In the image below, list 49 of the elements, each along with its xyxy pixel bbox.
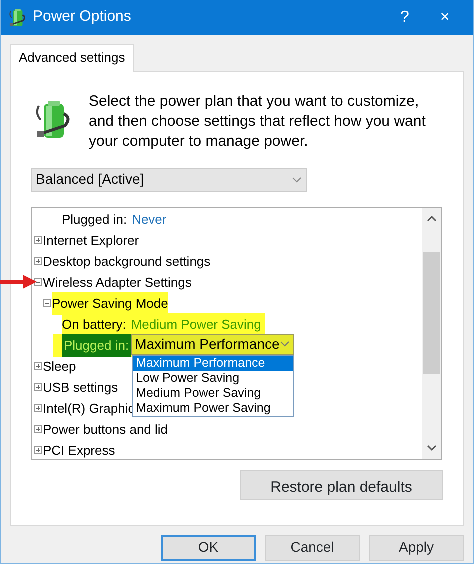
expand-icon[interactable] [34,236,42,244]
value-dropdown[interactable]: Maximum Performance [131,334,294,354]
setting-row[interactable]: On battery: Medium Power Saving [62,312,266,336]
setting-value: Medium Power Saving [131,316,262,332]
battery-icon [35,100,73,140]
plan-dropdown[interactable]: Balanced [Active] [31,168,307,192]
tree-item[interactable]: Power Saving Mode [52,292,168,314]
chevron-down-icon [280,341,290,347]
scroll-down-icon[interactable] [426,444,436,452]
description-text: Select the power plan that you want to customize, and then choose settings that reflect how you want your computer to manage power. [89,92,427,152]
tree-item[interactable]: Desktop background settings [43,250,211,272]
tree-item[interactable]: Intel(R) Graphic [43,396,135,420]
dialog-button[interactable]: Cancel [265,534,360,560]
expand-icon[interactable] [34,383,42,391]
expand-icon[interactable] [34,446,42,454]
setting-value: Never [132,212,167,226]
setting-label: On battery: [62,316,126,332]
tab[interactable]: Advanced settings [10,44,134,72]
setting-label: Plugged in: [62,334,132,356]
tree-item[interactable]: Sleep [43,354,76,378]
tree-item[interactable]: PCI Express [43,438,116,458]
dropdown-option[interactable]: Low Power Saving [133,370,294,386]
dropdown-option[interactable]: Maximum Performance [133,356,294,370]
dialog-button[interactable]: OK [161,534,256,560]
close-button[interactable]: × [425,6,465,30]
tree-item[interactable]: Wireless Adapter Settings [43,270,192,294]
scrollbar-thumb[interactable] [423,252,440,374]
tree-item[interactable]: Internet Explorer [43,228,140,252]
collapse-icon[interactable] [34,278,42,286]
restore-defaults-button[interactable]: Restore plan defaults [240,470,443,500]
expand-icon[interactable] [34,257,42,265]
expand-icon[interactable] [34,425,42,433]
expand-icon[interactable] [34,404,42,412]
expand-icon[interactable] [34,362,42,370]
scroll-up-icon[interactable] [426,214,436,222]
tree-item[interactable]: USB settings [43,376,118,398]
window-title: Power Options [33,7,132,28]
plan-value: Balanced [Active] [36,170,144,189]
collapse-icon[interactable] [43,299,51,307]
chevron-down-icon [292,176,302,182]
power-icon [9,8,27,28]
help-button[interactable]: ? [385,6,425,30]
dropdown-value: Maximum Performance [135,334,280,354]
dropdown-option[interactable]: Maximum Power Saving [133,400,294,416]
tree-item[interactable]: Power buttons and lid [43,418,168,440]
setting-label: Plugged in: [62,212,128,226]
setting-row[interactable]: Plugged in: Never [62,208,171,230]
dropdown-option[interactable]: Medium Power Saving [133,386,294,400]
dialog-button[interactable]: Apply [369,534,464,560]
